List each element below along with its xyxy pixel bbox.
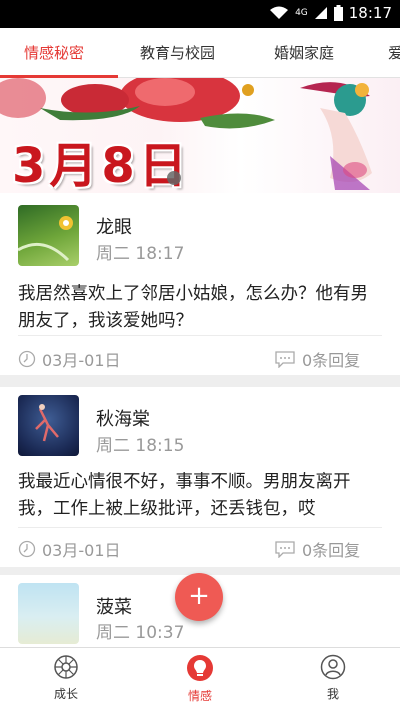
post-date-text: 03月-01日 [42, 351, 121, 370]
post-date-text: 03月-01日 [42, 541, 121, 560]
network-indicator: 4G [295, 7, 308, 18]
profile-icon [320, 654, 346, 680]
comment-icon [275, 351, 295, 368]
status-bar: 4G 18:17 [0, 0, 400, 28]
comment-icon [275, 541, 295, 558]
divider [18, 335, 382, 336]
nav-label: 情感 [187, 689, 212, 703]
post-date: 03月-01日 [18, 537, 121, 561]
post-username: 菠菜 [96, 597, 132, 618]
lightbulb-icon [187, 655, 213, 681]
post-time: 周二 10:37 [96, 623, 185, 643]
reply-count[interactable]: 0条回复 [274, 537, 360, 561]
post-content: 我居然喜欢上了邻居小姑娘，怎么办？他有男朋友了，我该爱她吗？ [18, 284, 368, 331]
bottom-nav: 成长 情感 我 [0, 647, 400, 711]
growth-icon [54, 655, 78, 679]
nav-label: 成长 [53, 687, 78, 701]
post-username: 龙眼 [96, 217, 132, 238]
post-time: 周二 18:17 [96, 244, 185, 264]
nav-label: 我 [326, 687, 339, 701]
post-content: 我最近心情很不好，事事不顺。男朋友离开我，工作上被上级批评，还丢钱包，哎 [18, 472, 351, 519]
avatar [18, 583, 79, 644]
post-time: 周二 18:15 [96, 436, 185, 456]
clock-icon [18, 350, 36, 368]
reply-count[interactable]: 0条回复 [274, 347, 360, 371]
nav-growth[interactable]: 成长 [36, 654, 96, 702]
tab-education-campus[interactable]: 教育与校园 [140, 42, 215, 63]
avatar [18, 205, 79, 266]
divider [18, 527, 382, 528]
post-date: 03月-01日 [18, 347, 121, 371]
banner[interactable]: 3月8日 [0, 78, 400, 193]
banner-date: 3月8日 [12, 138, 191, 193]
reply-count-text: 0条回复 [302, 541, 361, 560]
nav-me[interactable]: 我 [303, 654, 363, 702]
category-tabs: 情感秘密 教育与校园 婚姻家庭 爱 [0, 28, 400, 78]
tab-marriage-family[interactable]: 婚姻家庭 [274, 42, 334, 63]
clock: 18:17 [348, 4, 392, 22]
post-card[interactable]: 秋海棠 周二 18:15 我最近心情很不好，事事不顺。男朋友离开我，工作上被上级… [0, 387, 400, 567]
tab-emotion-secret[interactable]: 情感秘密 [24, 42, 84, 63]
reply-count-text: 0条回复 [302, 351, 361, 370]
carousel-indicator [167, 171, 181, 185]
nav-emotion[interactable]: 情感 [170, 654, 230, 704]
avatar [18, 395, 79, 456]
signal-icon [314, 7, 327, 19]
post-username: 秋海棠 [96, 409, 150, 430]
wifi-icon [270, 6, 289, 19]
clock-icon [18, 540, 36, 558]
battery-icon [333, 5, 343, 21]
tab-love[interactable]: 爱 [388, 42, 400, 63]
add-post-button[interactable]: + [175, 573, 223, 621]
post-card[interactable]: 龙眼 周二 18:17 我居然喜欢上了邻居小姑娘，怎么办？他有男朋友了，我该爱她… [0, 193, 400, 375]
